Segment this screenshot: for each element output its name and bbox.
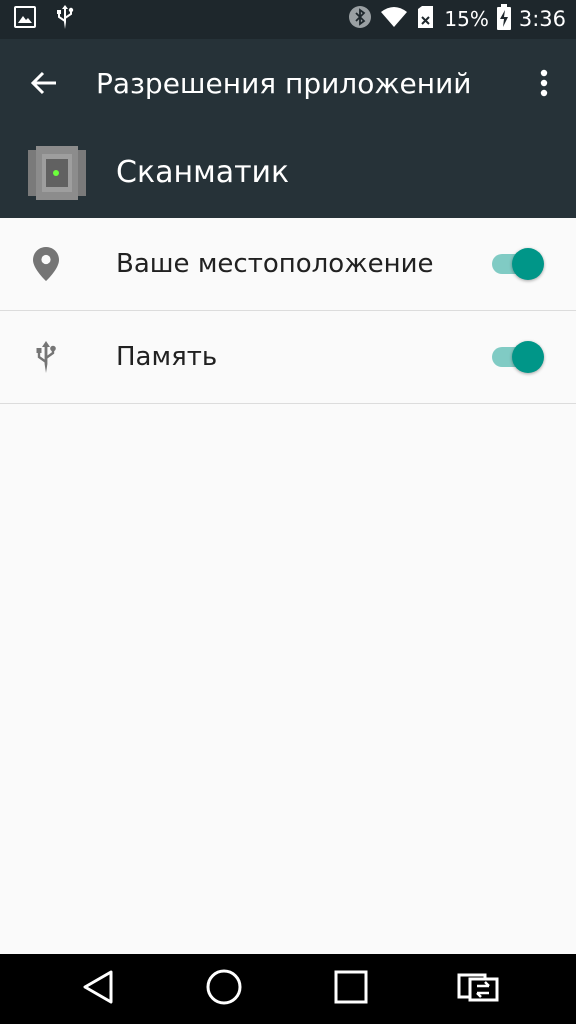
app-permissions-screen: 15% 3:36 Разрешения приложений Сканматик… <box>0 0 576 1024</box>
toggle-thumb <box>512 248 544 280</box>
bluetooth-icon <box>348 5 372 33</box>
sd-card-icon <box>416 5 436 33</box>
permission-list: Ваше местоположение Память <box>0 218 576 404</box>
location-pin-icon <box>28 244 64 284</box>
arrow-back-icon <box>30 69 58 101</box>
permission-label: Память <box>116 342 218 372</box>
clock: 3:36 <box>518 7 566 31</box>
nav-back-button[interactable] <box>68 964 128 1014</box>
permission-row-location[interactable]: Ваше местоположение <box>0 218 576 311</box>
home-circle-icon <box>205 968 243 1010</box>
switch-apps-icon <box>456 970 500 1008</box>
nav-recents-button[interactable] <box>321 964 381 1014</box>
back-button[interactable] <box>20 61 68 109</box>
location-permission-toggle[interactable] <box>492 246 548 282</box>
battery-charging-icon <box>496 4 511 34</box>
navigation-bar <box>0 954 576 1024</box>
toolbar: Разрешения приложений <box>0 39 576 128</box>
permission-row-storage[interactable]: Память <box>0 311 576 404</box>
storage-permission-toggle[interactable] <box>492 339 548 375</box>
image-icon <box>14 6 36 32</box>
wifi-icon <box>380 6 408 32</box>
app-header: Сканматик <box>0 128 576 218</box>
toggle-thumb <box>512 341 544 373</box>
usb-icon <box>28 337 64 377</box>
battery-percent: 15% <box>444 7 489 31</box>
page-title: Разрешения приложений <box>96 67 472 100</box>
usb-icon <box>56 4 74 34</box>
scanmatik-app-icon <box>26 144 88 202</box>
permission-label: Ваше местоположение <box>116 249 434 279</box>
status-bar-notifications <box>14 4 74 34</box>
nav-home-button[interactable] <box>194 964 254 1014</box>
app-name: Сканматик <box>116 155 290 190</box>
more-options-button[interactable] <box>526 61 562 109</box>
recents-square-icon <box>333 969 369 1009</box>
nav-switch-apps-button[interactable] <box>448 964 508 1014</box>
status-bar-system-icons: 15% 3:36 <box>348 4 566 34</box>
status-bar: 15% 3:36 <box>0 0 576 39</box>
back-triangle-icon <box>81 969 115 1009</box>
more-vert-icon <box>540 69 548 101</box>
